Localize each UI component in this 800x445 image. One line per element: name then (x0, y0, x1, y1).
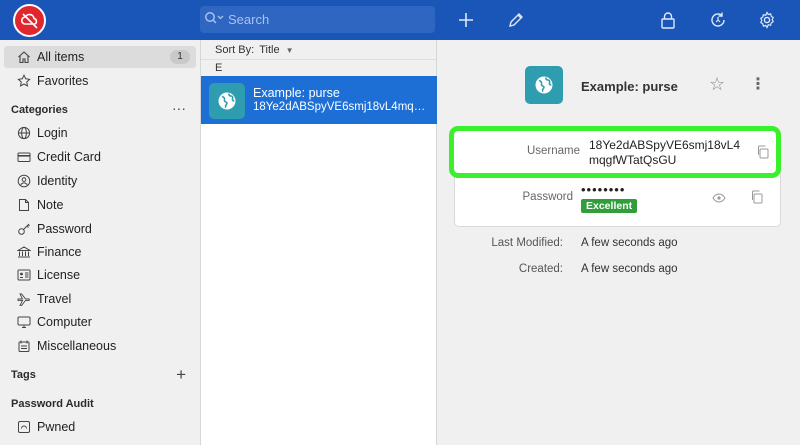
item-list-pane: Sort By: Title ▼ E Example: purse 18Ye2d… (201, 40, 437, 445)
note-icon (17, 198, 31, 212)
username-field-highlight[interactable]: Username 18Ye2dABSpyVE6smj18vL4mqgfWTatQ… (449, 126, 781, 178)
username-value[interactable]: 18Ye2dABSpyVE6smj18vL4mqgfWTatQsGU (589, 138, 749, 168)
key-icon (17, 222, 31, 236)
pwned-icon (17, 420, 31, 434)
copy-password-icon[interactable] (750, 190, 764, 204)
star-icon (17, 74, 31, 88)
sidebar-item-travel[interactable]: Travel (4, 288, 196, 310)
search-icon (204, 11, 226, 28)
settings-icon[interactable] (755, 8, 779, 32)
last-modified-value: A few seconds ago (581, 237, 678, 249)
sort-label: Sort By: (215, 44, 255, 56)
sidebar-item-label: Note (37, 198, 64, 212)
sidebar-item-password[interactable]: Password (4, 218, 196, 240)
lock-icon[interactable] (656, 8, 680, 32)
add-icon[interactable] (454, 8, 478, 32)
globe-icon (17, 126, 31, 140)
credit-card-icon (17, 150, 31, 164)
password-label: Password (522, 191, 574, 203)
created-value: A few seconds ago (581, 263, 678, 275)
plane-icon (17, 292, 31, 306)
last-modified-label: Last Modified: (491, 237, 563, 249)
logo-icon[interactable] (13, 4, 46, 37)
count-badge: 1 (170, 50, 190, 64)
search-box[interactable] (200, 6, 435, 33)
sidebar-item-label: Login (37, 126, 68, 140)
sidebar-item-label: Favorites (37, 74, 89, 88)
list-item-subtitle: 18Ye2dABSpyVE6smj18vL4mqgfWTatQsGU (253, 101, 431, 113)
password-strength-badge: Excellent (581, 199, 638, 213)
sidebar-item-miscellaneous[interactable]: Miscellaneous (4, 335, 196, 357)
sidebar-item-label: Pwned (37, 420, 76, 434)
add-tag-icon[interactable]: + (176, 365, 186, 385)
sidebar-item-all-items[interactable]: All items 1 (4, 46, 196, 68)
computer-icon (17, 315, 31, 329)
tags-heading: Tags (11, 369, 36, 381)
sidebar-item-credit-card[interactable]: Credit Card (4, 146, 196, 168)
sidebar-item-finance[interactable]: Finance (4, 241, 196, 263)
sidebar-item-label: Identity (37, 174, 78, 188)
more-options-icon[interactable]: ⋮ (750, 74, 766, 94)
top-toolbar (0, 0, 800, 40)
created-label: Created: (518, 263, 563, 275)
sidebar-item-note[interactable]: Note (4, 194, 196, 216)
sidebar: All items 1 Favorites Categories ··· Log… (0, 40, 201, 445)
reveal-password-icon[interactable] (712, 192, 726, 206)
categories-heading: Categories (11, 104, 68, 116)
sidebar-item-identity[interactable]: Identity (4, 170, 196, 192)
sidebar-item-license[interactable]: License (4, 264, 196, 286)
sidebar-item-label: Credit Card (37, 150, 101, 164)
sidebar-item-label: Miscellaneous (37, 339, 117, 353)
sidebar-item-pwned[interactable]: Pwned (4, 416, 196, 438)
list-item[interactable]: Example: purse 18Ye2dABSpyVE6smj18vL4mqg… (201, 76, 437, 124)
list-item-title: Example: purse (253, 86, 340, 100)
edit-icon[interactable] (504, 8, 528, 32)
chevron-down-icon[interactable]: ▼ (286, 46, 294, 55)
sync-icon[interactable] (706, 8, 730, 32)
copy-username-icon[interactable] (756, 145, 770, 159)
search-input[interactable] (228, 12, 418, 27)
sort-control[interactable]: Sort By: Title ▼ (201, 40, 436, 60)
globe-icon (525, 66, 563, 104)
sidebar-item-label: Password (37, 222, 92, 236)
globe-icon (209, 83, 245, 119)
license-icon (17, 268, 31, 282)
username-label: Username (526, 145, 580, 157)
sidebar-item-login[interactable]: Login (4, 122, 196, 144)
sidebar-item-label: Travel (37, 292, 72, 306)
detail-pane: Example: purse ☆ ⋮ Password •••••••• Exc… (437, 40, 800, 445)
misc-icon (17, 339, 31, 353)
sort-value[interactable]: Title (259, 44, 279, 56)
more-icon[interactable]: ··· (172, 100, 186, 116)
finance-icon (17, 245, 31, 259)
sidebar-item-label: All items (37, 50, 85, 64)
sidebar-item-computer[interactable]: Computer (4, 311, 196, 333)
item-title: Example: purse (581, 79, 678, 94)
home-icon (17, 50, 31, 64)
group-letter: E (201, 60, 436, 76)
sidebar-item-favorites[interactable]: Favorites (4, 70, 196, 92)
sidebar-item-label: License (37, 268, 81, 282)
sidebar-item-label: Computer (37, 315, 92, 329)
sidebar-item-label: Finance (37, 245, 82, 259)
password-audit-heading: Password Audit (11, 398, 94, 410)
password-value[interactable]: •••••••• (581, 182, 625, 197)
identity-icon (17, 174, 31, 188)
favorite-star-icon[interactable]: ☆ (709, 74, 725, 95)
